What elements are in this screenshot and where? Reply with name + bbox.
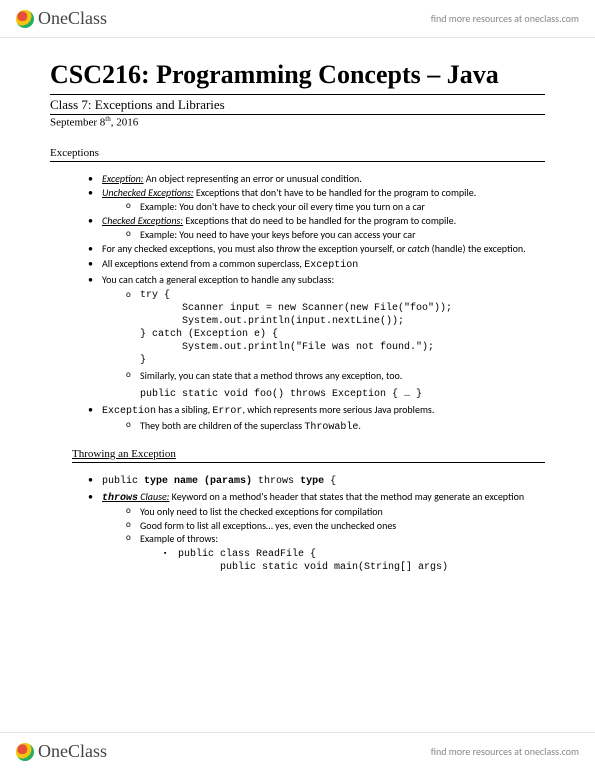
bold-type: type name (params) (144, 476, 252, 487)
text: , which represents more serious Java pro… (242, 403, 434, 416)
code-exception: Exception (304, 260, 358, 271)
text: All exceptions extend from a common supe… (102, 257, 304, 270)
text: You can catch a general exception to han… (102, 273, 334, 286)
text: Example of throws: (140, 532, 218, 545)
class-subtitle: Class 7: Exceptions and Libraries (50, 94, 545, 115)
term-checked: Checked Exceptions: (102, 214, 183, 227)
bold-type2: type (300, 476, 324, 487)
text: Similarly, you can state that a method t… (140, 369, 402, 382)
footer-tagline-link[interactable]: find more resources at oneclass.com (431, 745, 579, 758)
list-item: Similarly, you can state that a method t… (126, 369, 545, 402)
list-item: Good form to list all exceptions… yes, e… (126, 519, 545, 533)
document-body: CSC216: Programming Concepts – Java Clas… (0, 38, 595, 586)
list-item: Exception: An object representing an err… (88, 172, 545, 186)
brace: { (324, 476, 336, 487)
text: They both are children of the superclass (140, 419, 304, 432)
def-text: An object representing an error or unusu… (143, 172, 361, 185)
code-exception: Exception (102, 406, 156, 417)
def-text: Exceptions that don't have to be handled… (194, 186, 477, 199)
list-item: Exception has a sibling, Error, which re… (88, 403, 545, 434)
code-error: Error (212, 406, 242, 417)
term-unchecked: Unchecked Exceptions: (102, 186, 194, 199)
brand-one: One (38, 8, 68, 29)
list-item: public type name (params) throws type { (88, 473, 545, 489)
class-date: September 8th, 2016 (50, 115, 545, 129)
text: has a sibling, (156, 403, 212, 416)
def-text: Exceptions that do need to be handled fo… (183, 214, 456, 227)
list-item: They both are children of the superclass… (126, 419, 545, 435)
list-item: throws Clause: Keyword on a method's hea… (88, 490, 545, 574)
list-item: You only need to list the checked except… (126, 505, 545, 519)
oneclass-logo-icon (16, 10, 34, 28)
code-signature-template: public type name (params) throws type { (102, 476, 336, 487)
text: (handle) the exception. (429, 242, 525, 255)
list-item: try { Scanner input = new Scanner(new Fi… (126, 289, 545, 367)
date-prefix: September 8 (50, 117, 105, 129)
italic-throw: throw (276, 242, 300, 255)
page-title: CSC216: Programming Concepts – Java (50, 60, 545, 90)
text: . (358, 419, 361, 432)
list-item: For any checked exceptions, you must als… (88, 242, 545, 256)
page-footer: One Class find more resources at oneclas… (0, 732, 595, 770)
kw: public (102, 476, 144, 487)
section-heading-throwing: Throwing an Exception (72, 448, 545, 463)
code-readfile: public class ReadFile { public static vo… (178, 548, 545, 574)
brand-class: Class (68, 8, 107, 29)
def-text: Keyword on a method's header that states… (169, 490, 524, 503)
brand-logo-block-footer: One Class (16, 741, 107, 762)
brand-one: One (38, 741, 68, 762)
kw: throws (252, 476, 300, 487)
list-item: All exceptions extend from a common supe… (88, 257, 545, 273)
term-clause: Clause: (138, 490, 169, 503)
italic-catch: catch (408, 242, 430, 255)
term-exception: Exception: (102, 172, 143, 185)
text: the exception yourself, or (300, 242, 407, 255)
list-item: Example: You don't have to check your oi… (126, 200, 545, 214)
code-try-catch: try { Scanner input = new Scanner(new Fi… (140, 289, 545, 367)
text: For any checked exceptions, you must als… (102, 242, 276, 255)
page-header: One Class find more resources at oneclas… (0, 0, 595, 38)
section-heading-exceptions: Exceptions (50, 147, 545, 162)
list-item: public class ReadFile { public static vo… (164, 548, 545, 574)
brand-logo-block: One Class (16, 8, 107, 29)
list-item: You can catch a general exception to han… (88, 273, 545, 401)
list-item: Unchecked Exceptions: Exceptions that do… (88, 186, 545, 213)
oneclass-logo-icon (16, 743, 34, 761)
list-item: Example of throws: public class ReadFile… (126, 532, 545, 574)
list-item: Checked Exceptions: Exceptions that do n… (88, 214, 545, 241)
code-throwable: Throwable (304, 422, 358, 433)
header-tagline-link[interactable]: find more resources at oneclass.com (431, 12, 579, 25)
term-throws: throws (102, 493, 138, 504)
throwing-list: public type name (params) throws type { … (50, 473, 545, 574)
list-item: Example: You need to have your keys befo… (126, 228, 545, 242)
exceptions-list: Exception: An object representing an err… (50, 172, 545, 435)
brand-class: Class (68, 741, 107, 762)
code-throws-sig: public static void foo() throws Exceptio… (140, 388, 545, 401)
date-year: , 2016 (111, 117, 139, 129)
